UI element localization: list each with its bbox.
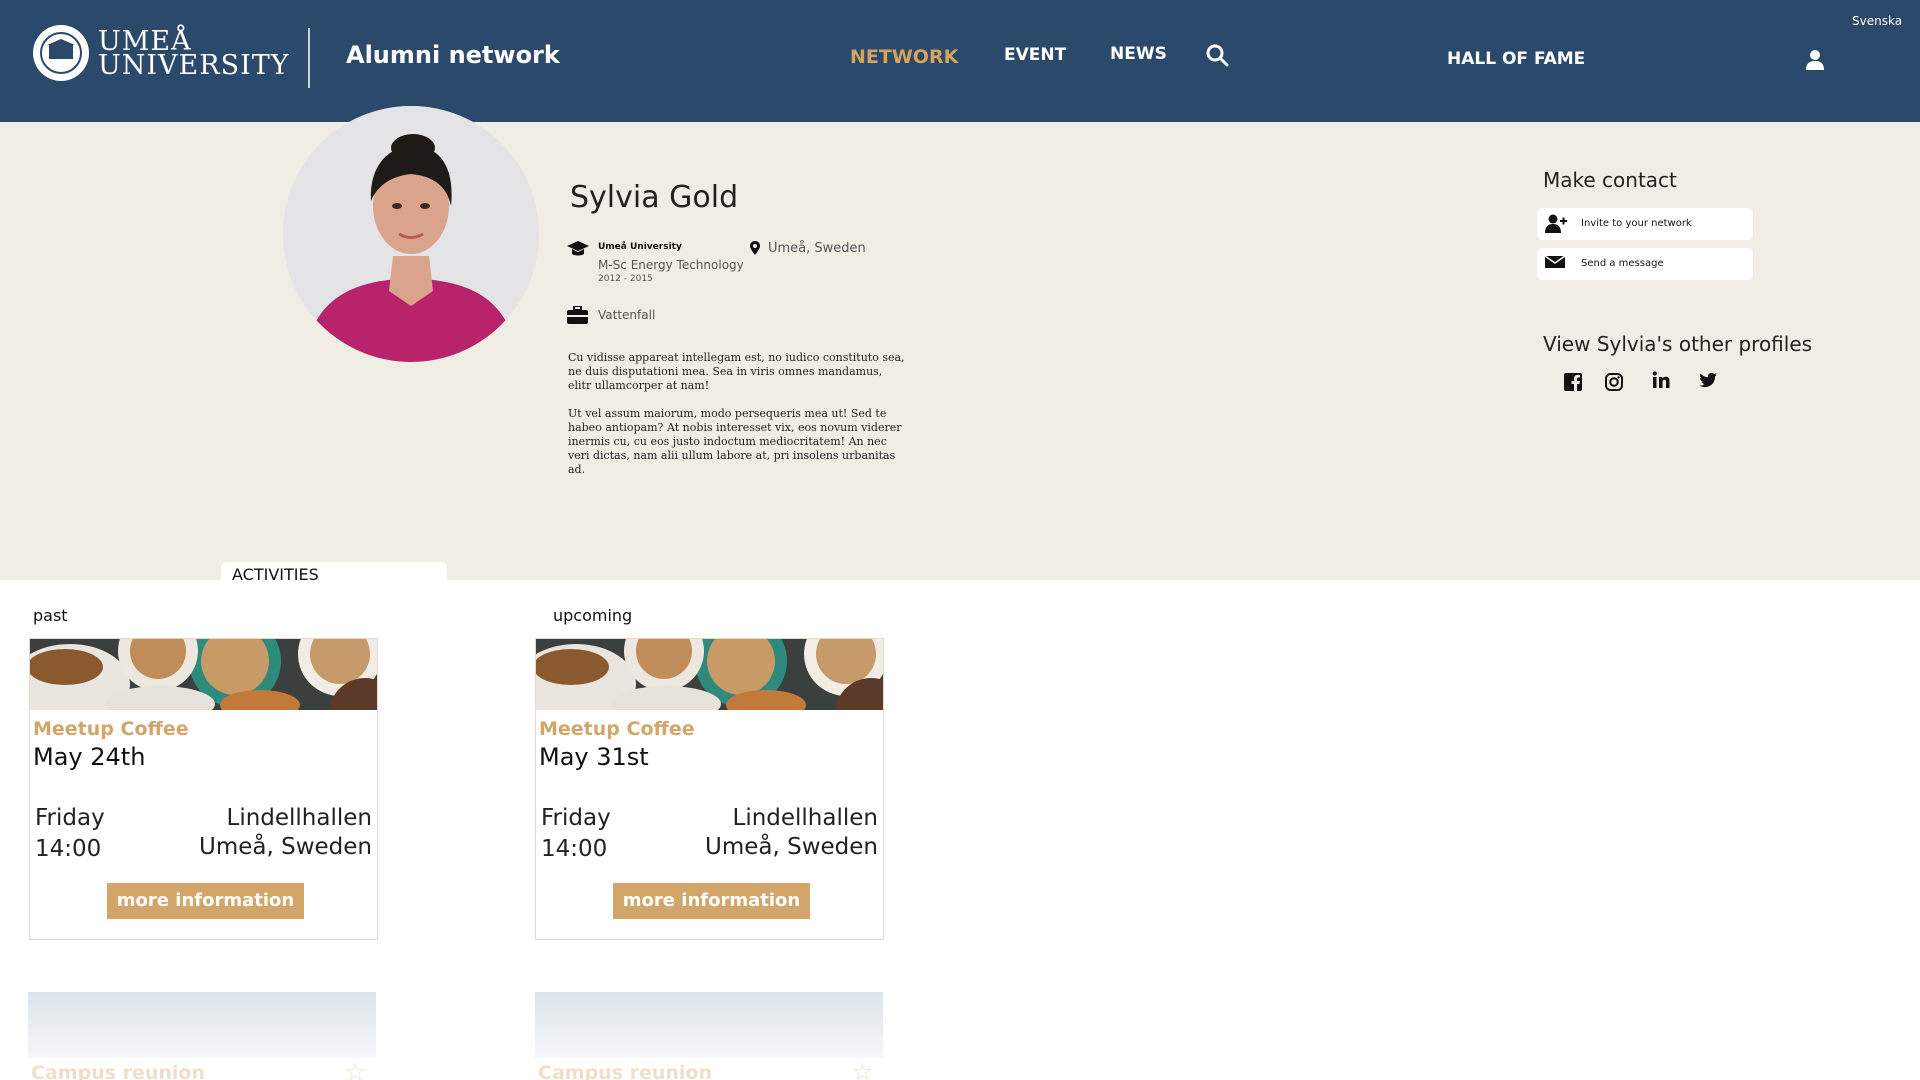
more-information-button[interactable]: more information <box>613 883 810 919</box>
event-title: Campus reunion <box>31 1062 206 1080</box>
event-image <box>28 992 376 1058</box>
invite-button-label: Invite to your network <box>1581 218 1692 229</box>
past-column-label: past <box>33 606 68 625</box>
nav-news[interactable]: NEWS <box>1110 44 1167 64</box>
search-icon[interactable] <box>1205 43 1229 67</box>
profile-avatar <box>283 106 539 362</box>
event-venue: Lindellhallen <box>226 805 373 831</box>
location-pin-icon <box>750 241 760 255</box>
event-time: 14:00 <box>35 836 102 862</box>
event-category: Meetup Coffee <box>539 718 695 740</box>
more-information-button[interactable]: more information <box>107 883 304 919</box>
envelope-icon <box>1545 255 1565 268</box>
event-day: Friday <box>35 805 105 831</box>
site-title[interactable]: Alumni network <box>346 41 560 69</box>
employer-text: Vattenfall <box>598 308 656 322</box>
event-image <box>536 639 883 710</box>
event-city: Umeå, Sweden <box>705 834 878 860</box>
event-date: May 24th <box>33 743 146 771</box>
bio-paragraph-1: Cu vidisse appareat intellegam est, no i… <box>568 351 905 392</box>
send-message-button[interactable]: Send a message <box>1537 248 1753 280</box>
instagram-icon[interactable] <box>1603 371 1625 393</box>
language-switch-link[interactable]: Svenska <box>1852 14 1902 28</box>
bio-paragraph-2: Ut vel assum maiorum, modo persequeris m… <box>568 407 902 476</box>
event-title: Campus reunion <box>538 1062 713 1080</box>
activities-tab-label[interactable]: ACTIVITIES <box>232 565 319 584</box>
education-degree: M-Sc Energy Technology <box>598 258 744 272</box>
send-message-label: Send a message <box>1581 258 1664 269</box>
event-image <box>535 992 883 1058</box>
invite-to-network-button[interactable]: Invite to your network <box>1537 208 1753 240</box>
logo-divider <box>308 28 310 88</box>
upcoming-column-label: upcoming <box>553 606 633 625</box>
nav-network[interactable]: NETWORK <box>850 46 958 68</box>
other-profiles-heading: View Sylvia's other profiles <box>1543 332 1813 356</box>
top-header: UMEÅ UNIVERSITY Alumni network NETWORK E… <box>0 0 1920 122</box>
event-venue: Lindellhallen <box>732 805 879 831</box>
education-school: Umeå University <box>598 242 682 252</box>
event-time: 14:00 <box>541 836 608 862</box>
logo-text-line2[interactable]: UNIVERSITY <box>98 52 290 80</box>
university-seal-logo[interactable] <box>33 25 89 81</box>
event-date: May 31st <box>539 743 649 771</box>
event-card-past[interactable]: Meetup Coffee May 24th Friday 14:00 Lind… <box>29 638 378 940</box>
event-image <box>30 639 377 710</box>
nav-hall-of-fame[interactable]: HALL OF FAME <box>1447 49 1585 69</box>
favorite-star-icon[interactable]: ☆ <box>851 1058 873 1080</box>
education-years: 2012 - 2015 <box>598 274 653 284</box>
facebook-icon[interactable] <box>1562 371 1584 393</box>
nav-event[interactable]: EVENT <box>1004 45 1066 65</box>
profile-section: Sylvia Gold Umeå University M-Sc Energy … <box>0 106 1920 580</box>
make-contact-heading: Make contact <box>1543 168 1677 192</box>
twitter-icon[interactable] <box>1697 369 1719 391</box>
event-card-faded[interactable]: Campus reunion ☆ <box>28 992 376 1080</box>
favorite-star-icon[interactable]: ☆ <box>344 1058 366 1080</box>
briefcase-icon <box>567 306 588 324</box>
graduation-cap-icon <box>567 241 589 256</box>
event-card-upcoming[interactable]: Meetup Coffee May 31st Friday 14:00 Lind… <box>535 638 884 940</box>
add-user-icon <box>1545 214 1567 233</box>
event-day: Friday <box>541 805 611 831</box>
location-text: Umeå, Sweden <box>768 241 866 256</box>
event-category: Meetup Coffee <box>33 718 189 740</box>
event-city: Umeå, Sweden <box>199 834 372 860</box>
profile-name: Sylvia Gold <box>570 180 739 215</box>
event-card-faded[interactable]: Campus reunion ☆ <box>535 992 883 1080</box>
user-account-icon[interactable] <box>1805 49 1825 71</box>
linkedin-icon[interactable] <box>1650 369 1672 391</box>
